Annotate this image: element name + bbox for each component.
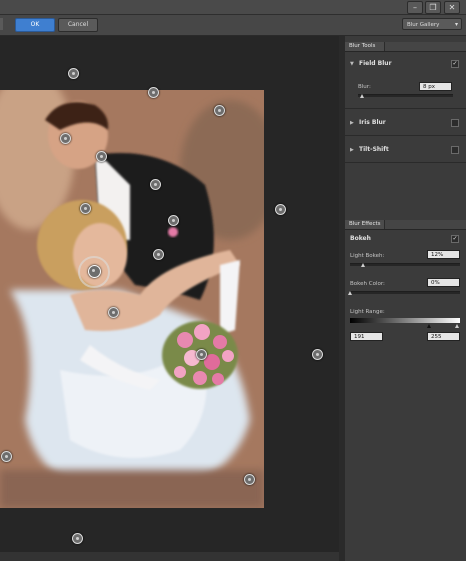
blur-pin-icon[interactable]: [153, 249, 164, 260]
light-range-low-knob[interactable]: [427, 324, 431, 328]
bokeh-label: Bokeh: [350, 235, 371, 242]
blur-gallery-label: Blur Gallery: [407, 22, 440, 28]
iris-blur-label[interactable]: Iris Blur: [359, 119, 386, 126]
ok-button[interactable]: OK: [15, 18, 55, 32]
options-bar-edge: [0, 18, 3, 30]
blur-amount-ring[interactable]: [78, 256, 110, 288]
blur-pin-icon[interactable]: [72, 533, 83, 544]
close-button[interactable]: ✕: [444, 1, 460, 14]
tilt-shift-checkbox[interactable]: [451, 146, 459, 154]
light-range-label: Light Range:: [350, 309, 385, 315]
light-range-gradient[interactable]: [350, 318, 460, 323]
divider: [345, 162, 466, 163]
blur-pin-icon[interactable]: [80, 203, 91, 214]
options-bar: OK Cancel Blur Gallery ▾: [0, 15, 466, 36]
field-blur-label[interactable]: Field Blur: [359, 60, 392, 67]
minimize-button[interactable]: –: [407, 1, 423, 14]
blur-pin-icon[interactable]: [214, 105, 225, 116]
photo-illustration: [0, 90, 264, 508]
blur-gallery-dropdown[interactable]: Blur Gallery ▾: [402, 18, 462, 30]
cancel-button[interactable]: Cancel: [58, 18, 98, 32]
bokeh-color-slider[interactable]: [350, 291, 460, 294]
light-bokeh-slider-knob[interactable]: [360, 263, 365, 267]
bokeh-color-slider-knob[interactable]: [347, 291, 352, 295]
light-range-low-field[interactable]: 191: [350, 332, 383, 341]
triangle-right-icon[interactable]: ▶: [350, 147, 354, 153]
tab-blur-effects[interactable]: Blur Effects: [345, 220, 385, 229]
tab-blur-tools[interactable]: Blur Tools: [345, 42, 385, 51]
blur-pin-icon[interactable]: [1, 451, 12, 462]
title-bar: [0, 0, 466, 15]
light-bokeh-label: Light Bokeh:: [350, 253, 385, 259]
blur-slider[interactable]: [358, 94, 453, 97]
blur-label: Blur:: [358, 84, 371, 90]
restore-button[interactable]: ❐: [425, 1, 441, 14]
blur-pin-icon[interactable]: [275, 204, 286, 215]
blur-pin-icon[interactable]: [148, 87, 159, 98]
blur-pin-icon[interactable]: [244, 474, 255, 485]
light-range-high-field[interactable]: 255: [427, 332, 460, 341]
blur-value-field[interactable]: 8 px: [419, 82, 452, 91]
canvas-bottom-bar: [0, 552, 339, 561]
blur-pin-icon[interactable]: [96, 151, 107, 162]
triangle-right-icon[interactable]: ▶: [350, 120, 354, 126]
light-range-high-knob[interactable]: [455, 324, 459, 328]
dropdown-arrow-icon: ▾: [454, 21, 458, 28]
right-panel: Blur Tools ▼ Field Blur ✓ Blur: 8 px ▶ I…: [345, 36, 466, 561]
light-bokeh-slider[interactable]: [350, 263, 460, 266]
blur-pin-icon[interactable]: [60, 133, 71, 144]
blur-pin-icon[interactable]: [108, 307, 119, 318]
blur-pin-icon[interactable]: [312, 349, 323, 360]
bokeh-color-field[interactable]: 0%: [427, 278, 460, 287]
triangle-down-icon[interactable]: ▼: [350, 61, 354, 67]
bokeh-checkbox[interactable]: ✓: [451, 235, 459, 243]
light-bokeh-field[interactable]: 12%: [427, 250, 460, 259]
blur-slider-knob[interactable]: [360, 94, 365, 98]
blur-pin-icon[interactable]: [68, 68, 79, 79]
photo-image[interactable]: [0, 90, 264, 508]
tilt-shift-label[interactable]: Tilt-Shift: [359, 146, 389, 153]
field-blur-checkbox[interactable]: ✓: [451, 60, 459, 68]
divider: [345, 108, 466, 109]
iris-blur-checkbox[interactable]: [451, 119, 459, 127]
bokeh-color-label: Bokeh Color:: [350, 281, 385, 287]
blur-pin-icon[interactable]: [196, 349, 207, 360]
blur-pin-icon[interactable]: [168, 215, 179, 226]
divider: [345, 135, 466, 136]
blur-pin-icon[interactable]: [150, 179, 161, 190]
